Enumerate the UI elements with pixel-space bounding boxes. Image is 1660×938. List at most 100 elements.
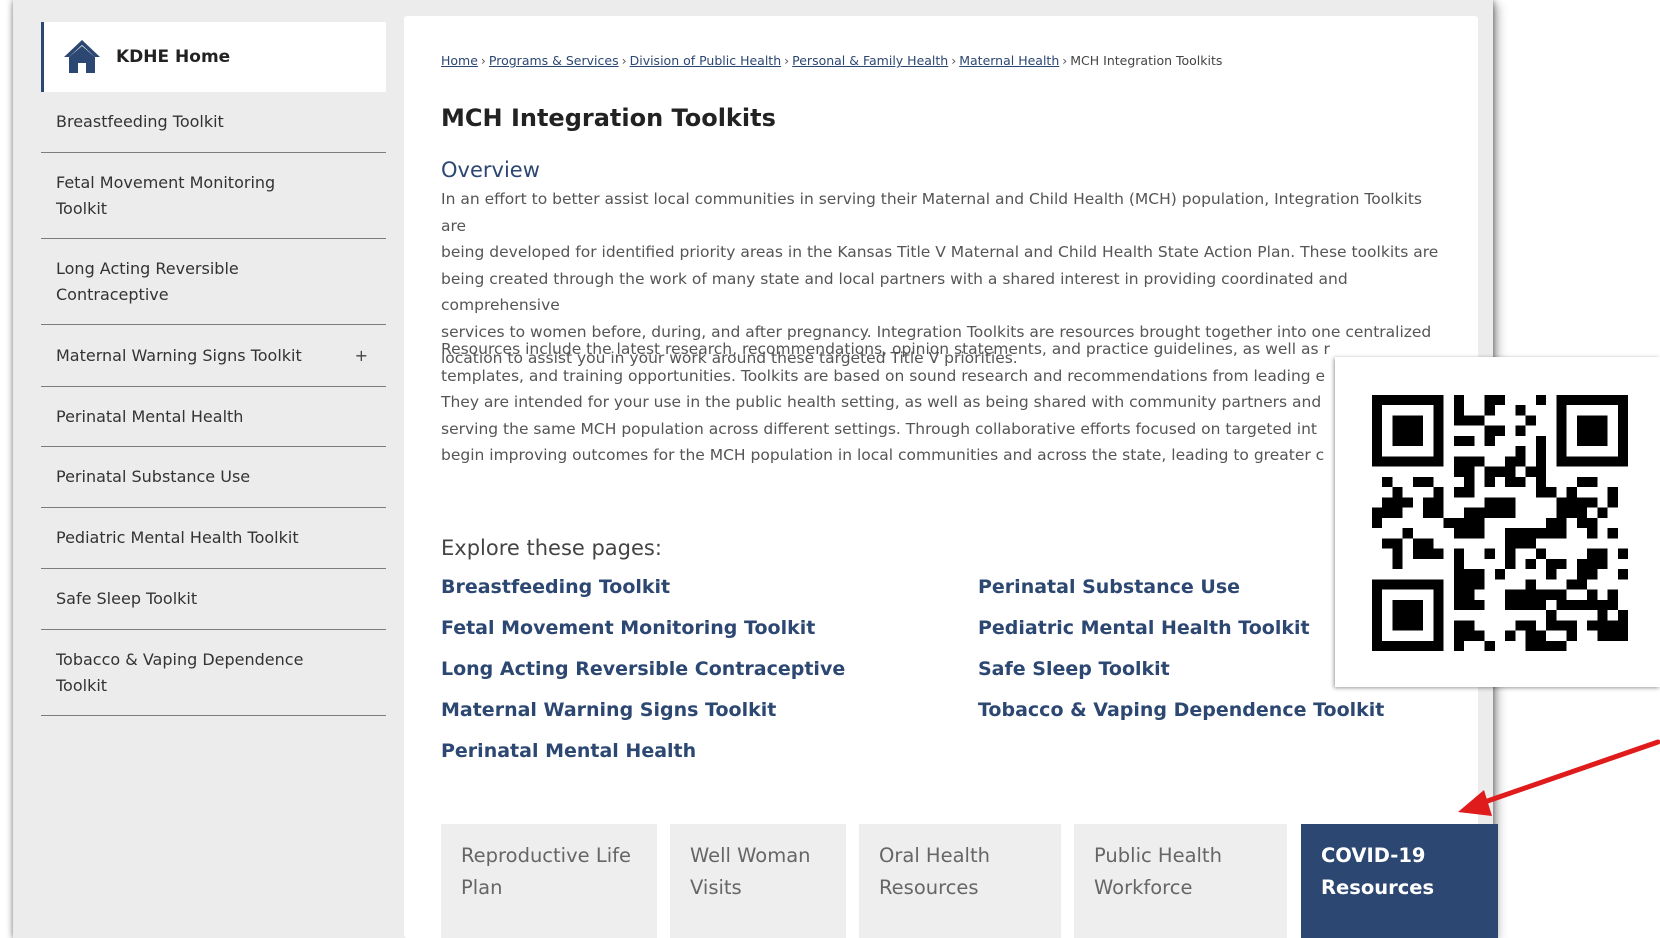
sidebar-item-perinatal-mental[interactable]: Perinatal Mental Health — [41, 387, 386, 447]
sidebar-item-pediatric-mental[interactable]: Pediatric Mental Health Toolkit — [41, 508, 386, 569]
qr-module — [1464, 630, 1475, 641]
qr-module — [1505, 589, 1516, 600]
qr-module — [1392, 610, 1403, 621]
qr-module — [1617, 446, 1628, 457]
explore-link-safe-sleep[interactable]: Safe Sleep Toolkit — [978, 649, 1384, 690]
qr-module — [1464, 589, 1475, 600]
sidebar-item-maternal-warning[interactable]: Maternal Warning Signs Toolkit + — [41, 325, 386, 387]
qr-module — [1464, 517, 1475, 529]
qr-module — [1392, 507, 1403, 518]
breadcrumb-link-public-health[interactable]: Division of Public Health — [630, 53, 782, 68]
sidebar-item-safe-sleep[interactable]: Safe Sleep Toolkit — [41, 569, 386, 630]
qr-module — [1392, 548, 1403, 559]
qr-module — [1556, 497, 1567, 508]
qr-module — [1525, 579, 1536, 590]
qr-module — [1576, 395, 1588, 406]
sidebar-item-breastfeeding[interactable]: Breastfeeding Toolkit — [41, 92, 386, 153]
qr-module — [1433, 425, 1444, 436]
explore-link-maternal-warning[interactable]: Maternal Warning Signs Toolkit — [441, 690, 845, 731]
qr-module — [1433, 487, 1444, 498]
sidebar-item-label: Tobacco & Vaping Dependence Toolkit — [56, 649, 304, 695]
tile-public-health-workforce[interactable]: Public Health Workforce — [1074, 824, 1287, 938]
qr-module — [1453, 558, 1465, 570]
qr-module — [1443, 517, 1454, 529]
qr-module — [1607, 620, 1618, 631]
sidebar-home-link[interactable]: KDHE Home — [41, 22, 386, 92]
tile-well-woman-visits[interactable]: Well Woman Visits — [670, 824, 846, 938]
explore-link-pediatric-mental[interactable]: Pediatric Mental Health Toolkit — [978, 608, 1384, 649]
tile-label-line: Resources — [1321, 876, 1435, 899]
breadcrumb-separator: › — [621, 53, 627, 68]
qr-module — [1402, 497, 1413, 508]
qr-module — [1556, 528, 1567, 539]
explore-link-breastfeeding[interactable]: Breastfeeding Toolkit — [441, 567, 845, 608]
qr-module — [1597, 610, 1608, 621]
qr-module — [1587, 476, 1598, 488]
qr-module — [1474, 630, 1485, 641]
qr-module — [1433, 405, 1444, 416]
qr-module — [1412, 548, 1424, 559]
qr-module — [1453, 405, 1465, 416]
explore-heading: Explore these pages: — [441, 536, 662, 560]
qr-module — [1607, 528, 1618, 539]
screenshot-frame: KDHE Home Breastfeeding Toolkit Fetal Mo… — [0, 0, 1568, 938]
tile-covid-19-resources[interactable]: COVID-19 Resources — [1301, 824, 1498, 938]
explore-link-fetal-movement[interactable]: Fetal Movement Monitoring Toolkit — [441, 608, 845, 649]
qr-module — [1474, 456, 1485, 467]
qr-module — [1453, 548, 1465, 559]
qr-module — [1587, 435, 1598, 447]
qr-module — [1576, 425, 1588, 436]
tile-reproductive-life-plan[interactable]: Reproductive Life Plan — [441, 824, 657, 938]
qr-module — [1587, 497, 1598, 508]
qr-module — [1484, 640, 1495, 651]
paragraph-line: serving the same MCH population across d… — [441, 419, 1318, 438]
qr-module — [1433, 456, 1444, 467]
sidebar-item-fetal-movement[interactable]: Fetal Movement Monitoring Toolkit — [41, 153, 386, 239]
sidebar-item-tobacco[interactable]: Tobacco & Vaping Dependence Toolkit — [41, 630, 386, 716]
explore-link-perinatal-mental[interactable]: Perinatal Mental Health — [441, 731, 845, 772]
tile-label-line: Oral Health — [879, 844, 990, 867]
qr-module — [1372, 599, 1383, 611]
tile-oral-health-resources[interactable]: Oral Health Resources — [859, 824, 1061, 938]
breadcrumb-link-programs[interactable]: Programs & Services — [489, 53, 619, 68]
breadcrumb-separator: › — [784, 53, 790, 68]
qr-module — [1453, 599, 1465, 611]
qr-module — [1535, 548, 1547, 559]
qr-module — [1546, 610, 1557, 621]
qr-module — [1494, 425, 1506, 436]
overview-paragraph-2: Resources include the latest research, r… — [441, 336, 1451, 469]
qr-module — [1546, 569, 1557, 580]
qr-module — [1515, 599, 1526, 611]
qr-module — [1494, 569, 1506, 580]
qr-module — [1576, 569, 1588, 580]
qr-module — [1402, 610, 1413, 621]
sidebar-item-perinatal-substance[interactable]: Perinatal Substance Use — [41, 447, 386, 508]
qr-module — [1484, 476, 1495, 488]
qr-module — [1412, 620, 1424, 631]
qr-module — [1423, 507, 1434, 518]
qr-module — [1535, 528, 1547, 539]
expand-plus-icon[interactable]: + — [355, 343, 368, 369]
breadcrumb-link-family-health[interactable]: Personal & Family Health — [792, 53, 948, 68]
explore-link-tobacco[interactable]: Tobacco & Vaping Dependence Toolkit — [978, 690, 1384, 731]
breadcrumb-link-home[interactable]: Home — [441, 53, 478, 68]
qr-module — [1453, 579, 1465, 590]
qr-module — [1607, 497, 1618, 508]
qr-module — [1607, 487, 1618, 498]
qr-module — [1535, 630, 1547, 641]
qr-module — [1464, 569, 1475, 580]
qr-module — [1546, 589, 1557, 600]
qr-module — [1453, 456, 1465, 467]
qr-module — [1535, 395, 1547, 406]
explore-link-perinatal-substance[interactable]: Perinatal Substance Use — [978, 567, 1384, 608]
breadcrumb-link-maternal-health[interactable]: Maternal Health — [959, 53, 1059, 68]
sidebar-item-larc[interactable]: Long Acting Reversible Contraceptive — [41, 239, 386, 325]
qr-module — [1607, 395, 1618, 406]
explore-link-larc[interactable]: Long Acting Reversible Contraceptive — [441, 649, 845, 690]
qr-module — [1556, 558, 1567, 570]
qr-module — [1576, 579, 1588, 590]
qr-module — [1566, 579, 1577, 590]
qr-module — [1494, 507, 1506, 518]
qr-module — [1535, 589, 1547, 600]
sidebar-nav: KDHE Home Breastfeeding Toolkit Fetal Mo… — [41, 22, 386, 716]
